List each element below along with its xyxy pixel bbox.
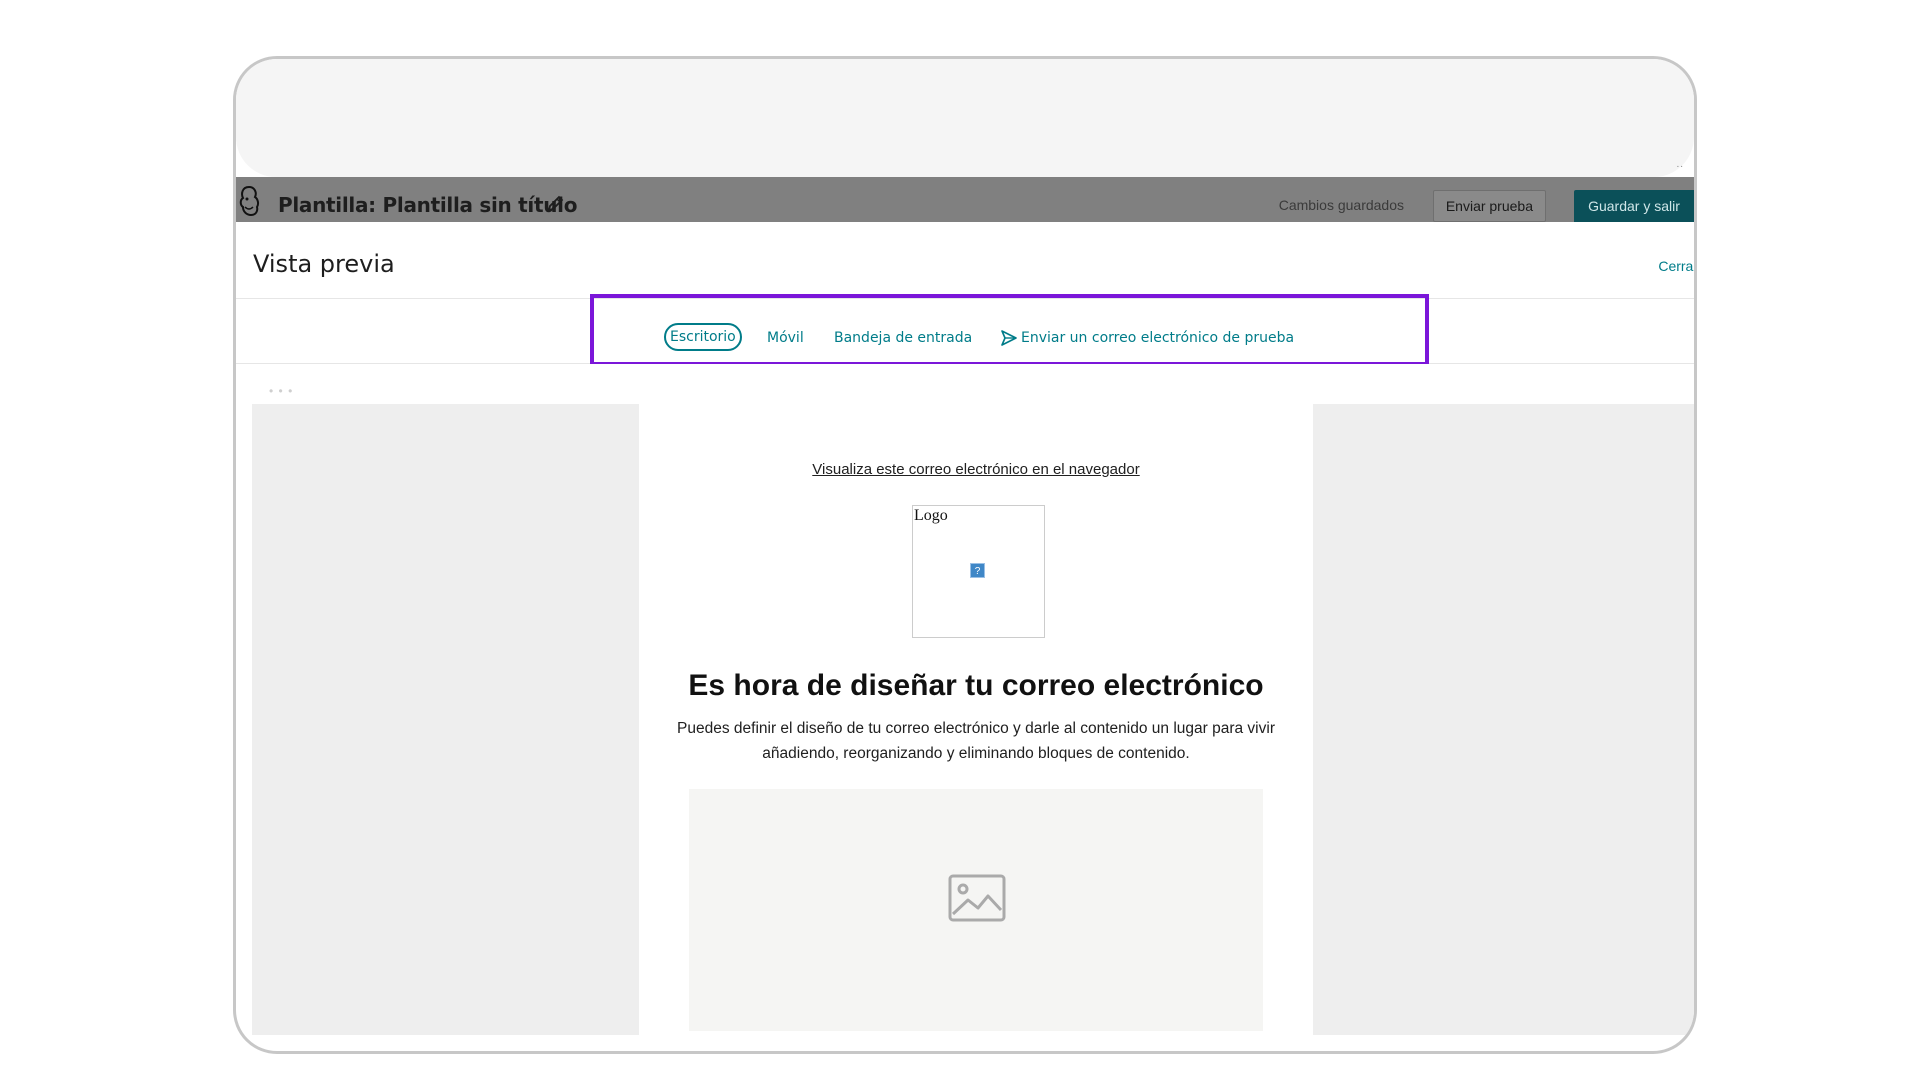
tab-send-test-email[interactable]: Enviar un correo electrónico de prueba [1021, 330, 1294, 346]
pencil-icon[interactable] [546, 193, 566, 213]
save-and-exit-button[interactable]: Guardar y salir [1574, 190, 1694, 222]
tab-desktop[interactable]: Escritorio [664, 323, 742, 351]
browser-top-area: .. [236, 59, 1694, 177]
device-frame: .. Plantilla: Plantilla sin título Cambi… [233, 56, 1697, 1054]
page-title: Vista previa [253, 250, 395, 278]
image-placeholder-icon [948, 874, 1006, 922]
preview-canvas: Visualiza este correo electrónico en el … [252, 404, 1694, 1035]
email-headline: Es hora de diseñar tu correo electrónico [688, 669, 1264, 702]
logo-alt-text: Logo [914, 507, 948, 524]
tab-mobile[interactable]: Móvil [767, 330, 804, 346]
app-header-bar: Plantilla: Plantilla sin título Cambios … [236, 177, 1694, 222]
saved-status: Cambios guardados [1278, 197, 1404, 213]
more-options-icon[interactable]: • • • [269, 384, 293, 398]
template-title: Plantilla: Plantilla sin título [278, 193, 578, 217]
preview-header: Vista previa Cerrar [236, 222, 1694, 299]
view-in-browser-link[interactable]: Visualiza este correo electrónico en el … [639, 461, 1313, 478]
send-icon[interactable] [1000, 329, 1018, 347]
preview-tabs-bar: Escritorio Móvil Bandeja de entrada Envi… [236, 294, 1694, 366]
send-test-button[interactable]: Enviar prueba [1432, 190, 1546, 222]
close-link[interactable]: Cerrar [1658, 258, 1694, 274]
email-body-text: Puedes definir el diseño de tu correo el… [677, 720, 1275, 762]
broken-image-icon: ? [970, 563, 985, 578]
image-block-placeholder [689, 789, 1263, 1031]
logo-placeholder: Logo ? [912, 505, 1045, 638]
tab-inbox[interactable]: Bandeja de entrada [834, 330, 972, 346]
canvas-toolbar: • • • [252, 364, 1694, 405]
freddie-logo-icon [239, 185, 260, 217]
resize-handle-icon[interactable]: .. [1676, 159, 1684, 170]
email-preview: Visualiza este correo electrónico en el … [639, 404, 1313, 1035]
